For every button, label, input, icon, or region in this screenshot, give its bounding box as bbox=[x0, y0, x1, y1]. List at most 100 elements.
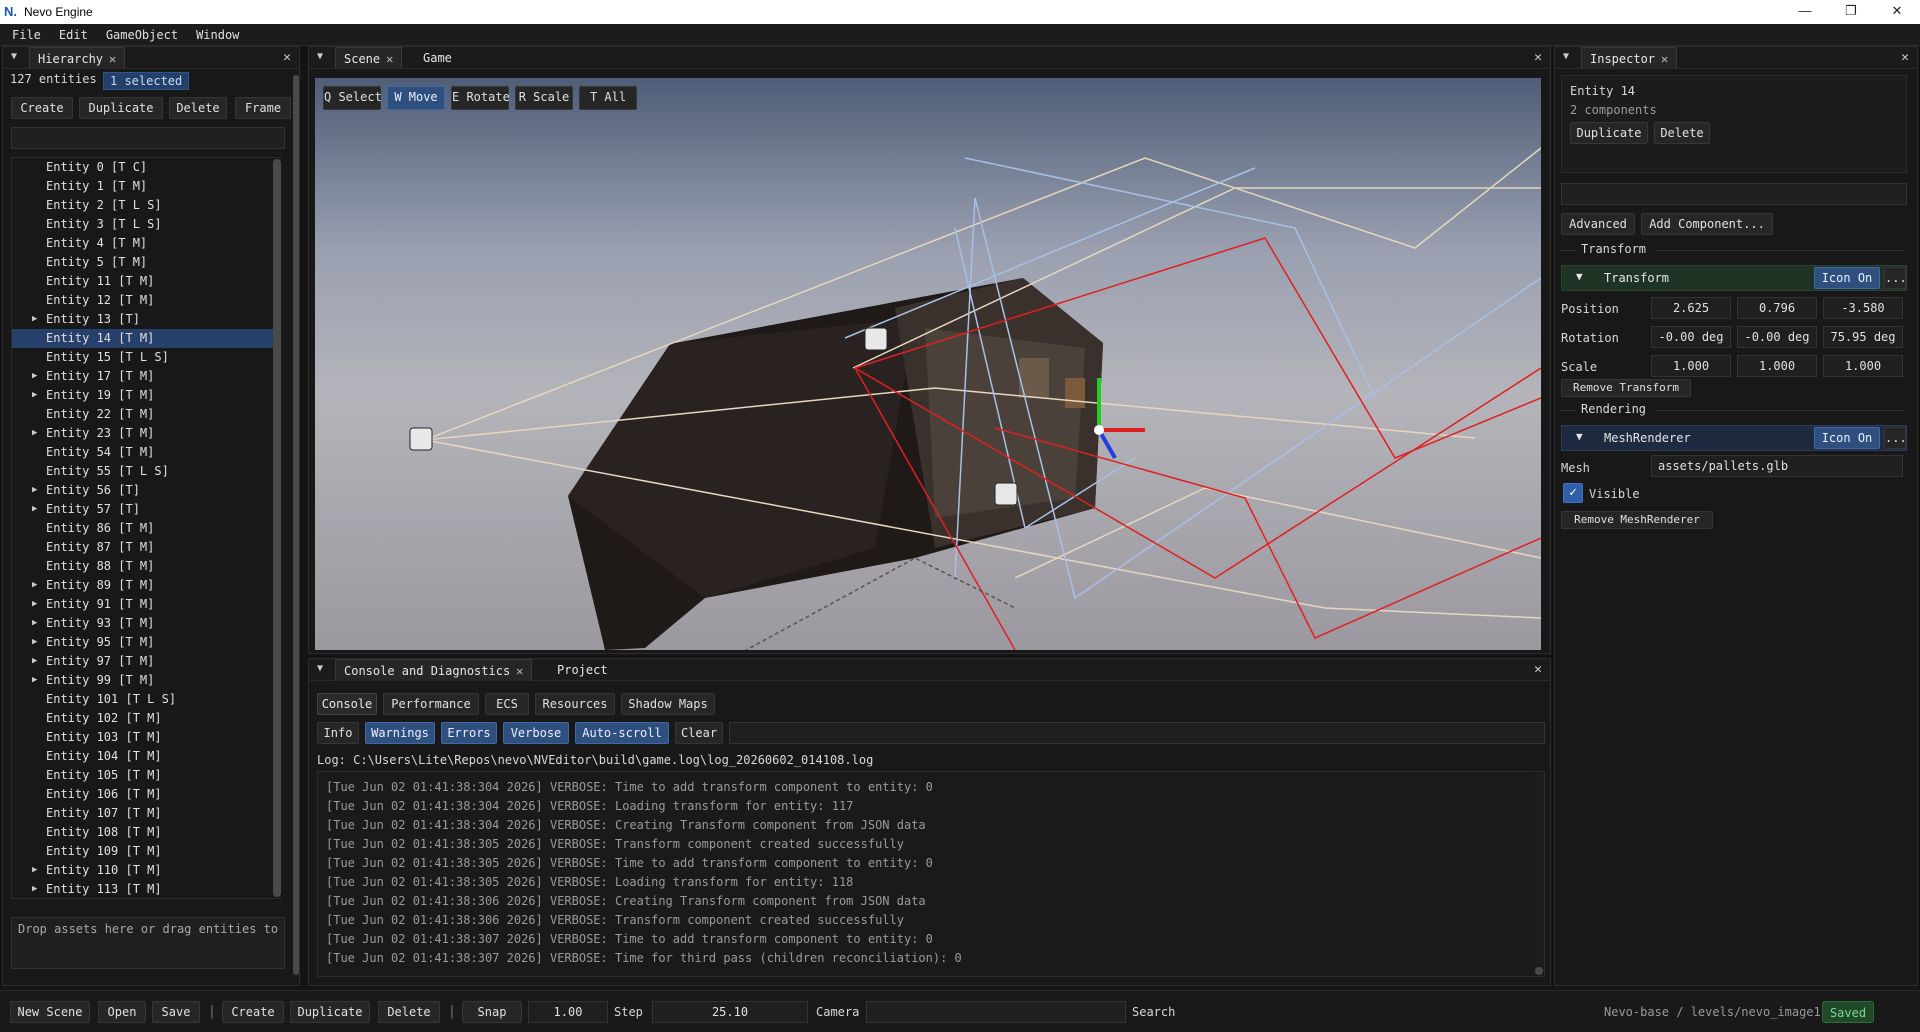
entity-row[interactable]: ▶ Entity 95 [T M] bbox=[12, 633, 280, 652]
entity-row[interactable]: ▶ Entity 89 [T M] bbox=[12, 576, 280, 595]
log-search-input[interactable] bbox=[729, 722, 1545, 744]
entity-row[interactable]: Entity 108 [T M] bbox=[12, 823, 280, 842]
entity-row[interactable]: Entity 14 [T M] bbox=[12, 329, 280, 348]
scale-x-field[interactable]: 1.000 bbox=[1651, 355, 1731, 377]
collapse-icon[interactable]: ▼ bbox=[317, 51, 323, 62]
delete-entity-button[interactable]: Delete bbox=[169, 97, 227, 119]
camera-field[interactable] bbox=[866, 1001, 1126, 1023]
transform-section-header[interactable]: ▼ Transform Icon On ... bbox=[1561, 265, 1907, 291]
snap-value-field[interactable]: 1.00 bbox=[528, 1001, 608, 1023]
entity-row[interactable]: Entity 104 [T M] bbox=[12, 747, 280, 766]
entity-row[interactable]: Entity 106 [T M] bbox=[12, 785, 280, 804]
entity-row[interactable]: Entity 3 [T L S] bbox=[12, 215, 280, 234]
maximize-button[interactable]: ❐ bbox=[1828, 0, 1874, 24]
toolbar-duplicate-button[interactable]: Duplicate bbox=[290, 1001, 370, 1023]
entity-row[interactable]: Entity 86 [T M] bbox=[12, 519, 280, 538]
entity-row[interactable]: ▶ Entity 57 [T] bbox=[12, 500, 280, 519]
rotation-y-field[interactable]: -0.00 deg bbox=[1737, 326, 1817, 348]
toolbar-create-button[interactable]: Create bbox=[222, 1001, 284, 1023]
expand-arrow-icon[interactable]: ▶ bbox=[32, 576, 37, 595]
subtab-performance[interactable]: Performance bbox=[383, 693, 479, 715]
scale-z-field[interactable]: 1.000 bbox=[1823, 355, 1903, 377]
visible-checkbox[interactable]: ✓ bbox=[1563, 483, 1583, 503]
expand-arrow-icon[interactable]: ▶ bbox=[32, 880, 37, 898]
expand-arrow-icon[interactable]: ▶ bbox=[32, 500, 37, 519]
expand-arrow-icon[interactable]: ▶ bbox=[32, 424, 37, 443]
entity-row[interactable]: Entity 0 [T C] bbox=[12, 158, 280, 177]
menu-window[interactable]: Window bbox=[187, 24, 248, 46]
entity-row[interactable]: Entity 22 [T M] bbox=[12, 405, 280, 424]
expand-arrow-icon[interactable]: ▶ bbox=[32, 367, 37, 386]
hierarchy-panel-scrollbar[interactable] bbox=[293, 75, 299, 975]
toolbar-delete-button[interactable]: Delete bbox=[378, 1001, 440, 1023]
inspector-delete-button[interactable]: Delete bbox=[1654, 122, 1710, 144]
entity-row[interactable]: Entity 102 [T M] bbox=[12, 709, 280, 728]
entity-row[interactable]: Entity 5 [T M] bbox=[12, 253, 280, 272]
close-icon[interactable]: ✕ bbox=[109, 52, 116, 66]
hierarchy-panel-scroll-thumb[interactable] bbox=[293, 75, 299, 975]
inspector-search-input[interactable] bbox=[1561, 183, 1907, 205]
new-scene-button[interactable]: New Scene bbox=[10, 1001, 90, 1023]
duplicate-entity-button[interactable]: Duplicate bbox=[79, 97, 163, 119]
close-panel-icon[interactable]: ✕ bbox=[1901, 50, 1909, 65]
entity-row[interactable]: ▶ Entity 56 [T] bbox=[12, 481, 280, 500]
entity-row[interactable]: Entity 12 [T M] bbox=[12, 291, 280, 310]
entity-row[interactable]: Entity 11 [T M] bbox=[12, 272, 280, 291]
tool-move-button[interactable]: W Move bbox=[387, 86, 445, 110]
entity-row[interactable]: Entity 88 [T M] bbox=[12, 557, 280, 576]
entity-row[interactable]: ▶ Entity 110 [T M] bbox=[12, 861, 280, 880]
tool-all-button[interactable]: T All bbox=[579, 86, 637, 110]
position-y-field[interactable]: 0.796 bbox=[1737, 297, 1817, 319]
tool-select-button[interactable]: Q Select bbox=[323, 86, 382, 110]
expand-arrow-icon[interactable]: ▶ bbox=[32, 481, 37, 500]
transform-more-button[interactable]: ... bbox=[1884, 267, 1907, 289]
expand-arrow-icon[interactable]: ▶ bbox=[32, 652, 37, 671]
position-x-field[interactable]: 2.625 bbox=[1651, 297, 1731, 319]
close-window-button[interactable]: ✕ bbox=[1874, 0, 1920, 24]
entity-row[interactable]: Entity 87 [T M] bbox=[12, 538, 280, 557]
entity-row[interactable]: ▶ Entity 97 [T M] bbox=[12, 652, 280, 671]
tab-console-diagnostics[interactable]: Console and Diagnostics ✕ bbox=[335, 659, 533, 681]
log-scroll-thumb[interactable] bbox=[1535, 967, 1543, 975]
expand-arrow-icon[interactable]: ▶ bbox=[32, 633, 37, 652]
tab-game[interactable]: Game bbox=[415, 47, 460, 69]
entity-row[interactable]: Entity 1 [T M] bbox=[12, 177, 280, 196]
entity-row[interactable]: Entity 107 [T M] bbox=[12, 804, 280, 823]
collapse-icon[interactable]: ▼ bbox=[11, 51, 17, 62]
entity-row[interactable]: Entity 55 [T L S] bbox=[12, 462, 280, 481]
entity-row[interactable]: ▶ Entity 91 [T M] bbox=[12, 595, 280, 614]
filter-info[interactable]: Info bbox=[317, 722, 359, 744]
meshrenderer-icon-toggle[interactable]: Icon On bbox=[1814, 427, 1880, 449]
entity-list-scrollbar[interactable] bbox=[273, 159, 281, 897]
entity-row[interactable]: Entity 101 [T L S] bbox=[12, 690, 280, 709]
minimize-button[interactable]: — bbox=[1782, 0, 1828, 24]
remove-transform-button[interactable]: Remove Transform bbox=[1561, 379, 1691, 397]
menu-gameobject[interactable]: GameObject bbox=[97, 24, 187, 46]
subtab-shadow-maps[interactable]: Shadow Maps bbox=[621, 693, 715, 715]
scale-y-field[interactable]: 1.000 bbox=[1737, 355, 1817, 377]
inspector-duplicate-button[interactable]: Duplicate bbox=[1570, 122, 1648, 144]
entity-row[interactable]: Entity 54 [T M] bbox=[12, 443, 280, 462]
entity-row[interactable]: Entity 109 [T M] bbox=[12, 842, 280, 861]
entity-row[interactable]: Entity 15 [T L S] bbox=[12, 348, 280, 367]
entity-row[interactable]: Entity 105 [T M] bbox=[12, 766, 280, 785]
entity-row[interactable]: Entity 2 [T L S] bbox=[12, 196, 280, 215]
tab-inspector[interactable]: Inspector ✕ bbox=[1581, 47, 1678, 69]
close-panel-icon[interactable]: ✕ bbox=[1534, 662, 1542, 677]
close-panel-icon[interactable]: ✕ bbox=[1534, 50, 1542, 65]
meshrenderer-section-header[interactable]: ▼ MeshRenderer Icon On ... bbox=[1561, 425, 1907, 451]
expand-arrow-icon[interactable]: ▶ bbox=[32, 595, 37, 614]
remove-meshrenderer-button[interactable]: Remove MeshRenderer bbox=[1561, 511, 1713, 529]
tab-scene[interactable]: Scene ✕ bbox=[335, 47, 403, 69]
subtab-console[interactable]: Console bbox=[317, 693, 377, 715]
expand-arrow-icon[interactable]: ▶ bbox=[32, 386, 37, 405]
scene-render[interactable] bbox=[315, 78, 1541, 650]
rotation-x-field[interactable]: -0.00 deg bbox=[1651, 326, 1731, 348]
clear-log-button[interactable]: Clear bbox=[675, 722, 723, 744]
filter-auto-scroll[interactable]: Auto-scroll bbox=[575, 722, 669, 744]
close-icon[interactable]: ✕ bbox=[1661, 52, 1668, 66]
frame-entity-button[interactable]: Frame bbox=[235, 97, 291, 119]
entity-row[interactable]: ▶ Entity 13 [T] bbox=[12, 310, 280, 329]
expand-arrow-icon[interactable]: ▶ bbox=[32, 671, 37, 690]
position-z-field[interactable]: -3.580 bbox=[1823, 297, 1903, 319]
